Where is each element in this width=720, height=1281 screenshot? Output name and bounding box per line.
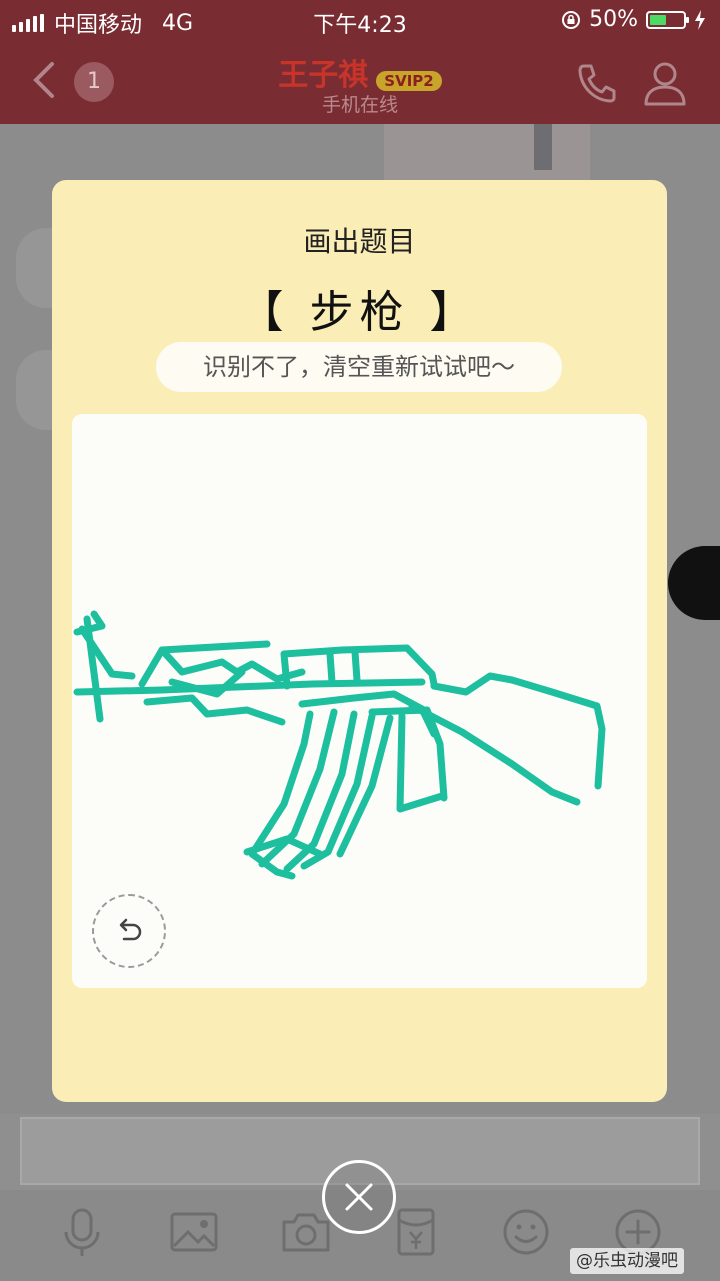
charging-icon xyxy=(695,9,705,30)
rifle-drawing xyxy=(73,610,606,880)
emoji-icon[interactable] xyxy=(498,1204,554,1260)
battery-icon xyxy=(646,10,689,29)
undo-icon xyxy=(119,918,142,941)
drawing-stroke xyxy=(408,702,581,806)
drawing-stroke xyxy=(73,678,426,696)
undo-button[interactable] xyxy=(92,894,166,968)
close-icon xyxy=(345,1183,373,1211)
drawing-canvas[interactable] xyxy=(72,414,647,988)
close-modal-button[interactable] xyxy=(322,1160,396,1234)
microphone-icon[interactable] xyxy=(54,1204,110,1260)
status-bar: 中国移动 4G 下午4:23 50% xyxy=(0,0,720,40)
drawing-stroke xyxy=(83,615,104,723)
person-icon[interactable] xyxy=(640,58,690,108)
drawing-stroke xyxy=(326,650,336,686)
image-icon[interactable] xyxy=(166,1204,222,1260)
watermark: @乐虫动漫吧 xyxy=(570,1248,684,1274)
phone-icon[interactable] xyxy=(574,60,620,106)
red-packet-icon[interactable] xyxy=(388,1204,444,1260)
chat-header: 1 王子祺 SVIP2 手机在线 xyxy=(0,40,720,124)
draw-game-modal: 画出题目 【 步枪 】 识别不了，清空重新试试吧～ xyxy=(52,180,667,1102)
contact-name: 王子祺 xyxy=(278,58,369,93)
recognition-hint: 识别不了，清空重新试试吧～ xyxy=(156,342,562,392)
drawing-stroke xyxy=(351,648,361,684)
battery-percent: 50% xyxy=(589,7,638,32)
svip-badge: SVIP2 xyxy=(376,70,442,91)
prompt-word: 【 步枪 】 xyxy=(239,287,480,338)
drawing-stroke xyxy=(143,694,286,726)
modal-title: 画出题目 xyxy=(303,225,416,258)
chat-photo-message[interactable] xyxy=(384,124,590,182)
rotation-lock-icon xyxy=(562,10,581,29)
